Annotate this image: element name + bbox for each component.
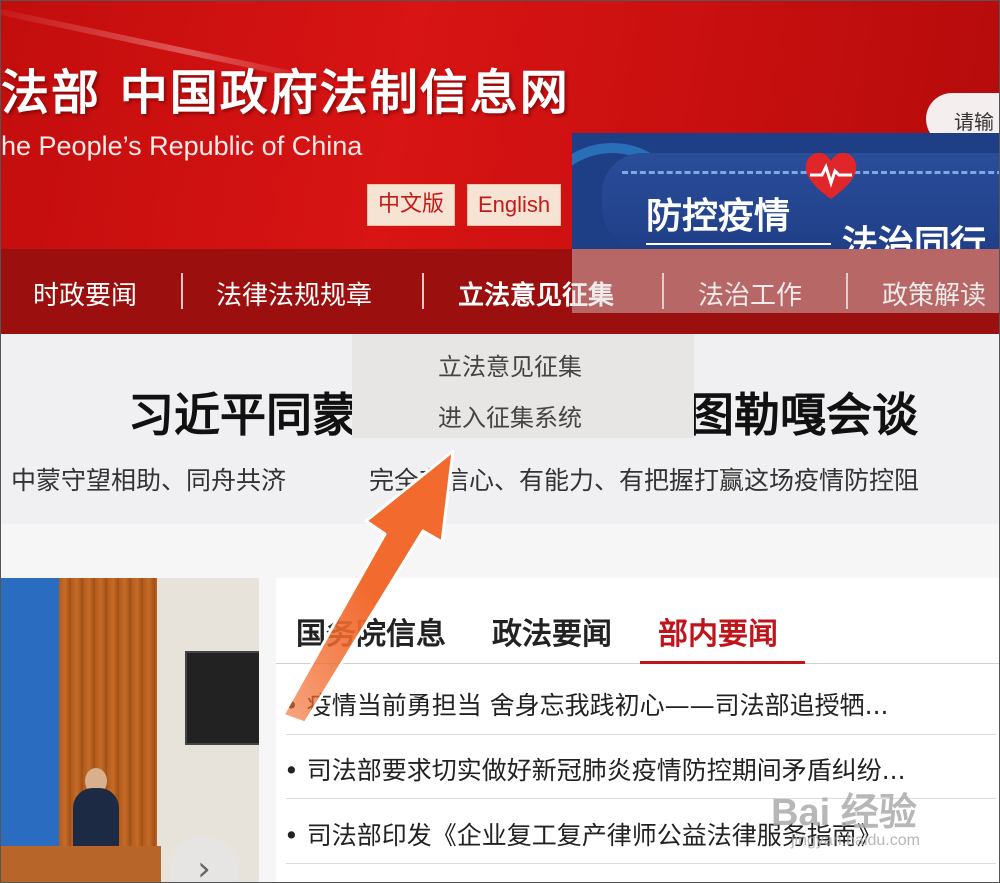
headline-sub-left[interactable]: 中蒙守望相助、同舟共济 xyxy=(11,461,286,497)
lang-english-button[interactable]: English xyxy=(467,184,562,226)
photo-desk xyxy=(1,846,161,882)
watermark-brand: Bai 经验 xyxy=(771,792,917,834)
news-row[interactable]: • 疫情当前勇担当 舍身忘我践初心——司法部追授牺... xyxy=(284,686,999,722)
row-divider xyxy=(286,734,996,735)
headline-sub-right[interactable]: 完全有信心、有能力、有把握打赢这场疫情防控阻 xyxy=(369,461,919,497)
lang-chinese-button[interactable]: 中文版 xyxy=(367,184,456,226)
news-photo[interactable]: › xyxy=(1,578,259,882)
headline-title-right[interactable]: 图勒嘎会谈 xyxy=(688,379,918,445)
photo-person xyxy=(73,788,119,850)
photo-screen xyxy=(185,651,259,745)
banner-title-1: 防控疫情 xyxy=(646,195,791,237)
heart-pulse-icon xyxy=(805,152,857,199)
active-tab-indicator xyxy=(640,661,805,664)
nav-item-news[interactable]: 时政要闻 xyxy=(33,275,137,312)
tab-divider xyxy=(276,663,999,664)
nav-separator xyxy=(181,273,183,309)
site-title: 法部 中国政府法制信息网 xyxy=(1,65,570,121)
page-frame: 法部 中国政府法制信息网 he People’s Republic of Chi… xyxy=(0,0,1000,883)
tab-state-council[interactable]: 国务院信息 xyxy=(296,609,446,653)
baidu-watermark: Bai 经验 jingyan.baidu.com xyxy=(771,781,920,850)
tab-legal-news[interactable]: 政法要闻 xyxy=(492,609,612,653)
news-row-text: 疫情当前勇担当 舍身忘我践初心——司法部追授牺... xyxy=(306,691,889,720)
dropdown-item-enter-system[interactable]: 进入征集系统 xyxy=(438,398,582,433)
nav-dropdown-menu: 立法意见征集 进入征集系统 xyxy=(352,334,694,438)
dropdown-item-opinions[interactable]: 立法意见征集 xyxy=(438,347,582,382)
nav-item-laws[interactable]: 法律法规规章 xyxy=(216,275,372,312)
nav-overlay xyxy=(572,249,999,313)
photo-backdrop xyxy=(1,578,59,882)
row-divider xyxy=(286,863,996,864)
nav-separator xyxy=(422,273,424,309)
search-placeholder: 请输 xyxy=(954,110,994,134)
tab-ministry-news[interactable]: 部内要闻 xyxy=(658,609,778,653)
watermark-url: jingyan.baidu.com xyxy=(791,832,920,849)
banner-divider xyxy=(646,243,831,245)
site-subtitle: he People’s Republic of China xyxy=(1,131,363,161)
headline-title-left[interactable]: 习近平同蒙 xyxy=(128,379,358,445)
